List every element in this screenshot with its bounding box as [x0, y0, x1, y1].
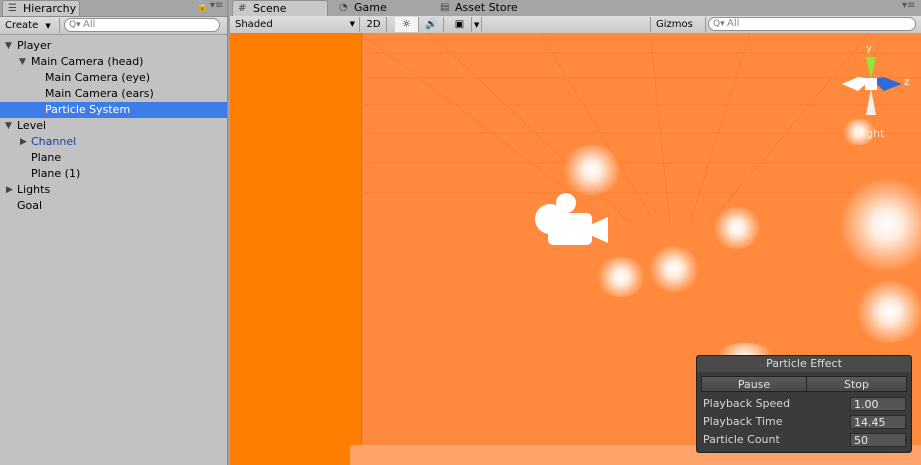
- audio-toggle-button[interactable]: 🔊: [420, 17, 444, 32]
- gizmos-label: Gizmos: [656, 19, 693, 30]
- tab-asset-store[interactable]: ▤ Asset Store: [435, 0, 545, 16]
- playback-speed-field[interactable]: 1.00: [850, 397, 906, 411]
- collapse-arrow-icon[interactable]: ▶: [6, 182, 13, 198]
- particle: [648, 246, 700, 292]
- pacman-icon: ◔: [339, 2, 348, 13]
- hierarchy-item-particle-system[interactable]: Particle System: [0, 102, 227, 118]
- playback-speed-label: Playback Speed: [703, 397, 791, 410]
- hierarchy-item-plane[interactable]: Plane: [0, 150, 227, 166]
- hierarchy-item-label: Channel: [31, 135, 77, 148]
- tab-game-label: Game: [354, 1, 387, 14]
- hierarchy-item-player[interactable]: ▼ Player: [0, 38, 227, 54]
- orange-wall-edge: [361, 33, 362, 445]
- playback-time-field[interactable]: 14.45: [850, 415, 906, 429]
- axis-gizmo-icon: [842, 57, 902, 115]
- dropdown-arrow-icon: ▼: [45, 22, 51, 30]
- hierarchy-item-label: Lights: [17, 183, 51, 196]
- tab-scene-label: Scene: [253, 2, 287, 15]
- hierarchy-search-input[interactable]: Q▾ All: [64, 18, 220, 32]
- particle-count-label: Particle Count: [703, 433, 780, 446]
- list-icon: ☰: [8, 3, 17, 14]
- particle-effect-panel: Particle Effect Pause Stop Playback Spee…: [696, 355, 912, 453]
- particle: [712, 207, 762, 249]
- hierarchy-item-label: Particle System: [45, 103, 131, 116]
- hierarchy-item-main-camera-head[interactable]: ▼ Main Camera (head): [0, 54, 227, 70]
- speaker-icon: 🔊: [425, 19, 438, 30]
- dropdown-arrow-icon: ▼: [474, 21, 480, 29]
- expand-arrow-icon[interactable]: ▼: [19, 54, 26, 70]
- shading-mode-dropdown[interactable]: Shaded ▼: [230, 17, 360, 32]
- particle: [855, 281, 921, 343]
- pause-button[interactable]: Pause: [701, 376, 807, 392]
- hierarchy-panel: ☰ Hierarchy 🔒 ▾≡ Create ▼ Q▾ All ▼ Playe…: [0, 0, 228, 465]
- stop-button[interactable]: Stop: [806, 376, 907, 392]
- hierarchy-item-label: Player: [17, 39, 52, 52]
- create-label: Create: [5, 20, 39, 31]
- search-icon: Q▾: [69, 20, 81, 30]
- hierarchy-item-main-camera-ears[interactable]: Main Camera (ears): [0, 86, 227, 102]
- hierarchy-item-goal[interactable]: Goal: [0, 198, 227, 214]
- particle-count-value: 50: [850, 433, 906, 447]
- effects-toggle-button[interactable]: ▣: [448, 17, 472, 32]
- scene-search-input[interactable]: Q▾ All: [708, 17, 916, 31]
- axis-z-label: z: [904, 77, 910, 88]
- image-icon: ▣: [454, 19, 465, 30]
- tab-hierarchy[interactable]: ☰ Hierarchy: [2, 0, 80, 16]
- hierarchy-item-main-camera-eye[interactable]: Main Camera (eye): [0, 70, 227, 86]
- hierarchy-item-label: Main Camera (head): [31, 55, 144, 68]
- orange-wall: [230, 33, 361, 465]
- tab-scene[interactable]: # Scene: [232, 0, 328, 16]
- hierarchy-item-label: Level: [17, 119, 47, 132]
- hierarchy-search-placeholder: All: [83, 19, 96, 30]
- hierarchy-item-plane-1[interactable]: Plane (1): [0, 166, 227, 182]
- tab-hierarchy-label: Hierarchy: [23, 2, 77, 15]
- orientation-gizmo[interactable]: y z: [836, 43, 910, 133]
- create-button[interactable]: Create ▼: [0, 18, 60, 33]
- panel-menu-icon[interactable]: ▾≡: [902, 0, 915, 11]
- camera-icon: [535, 193, 608, 245]
- scene-search-placeholder: All: [727, 18, 740, 29]
- tab-asset-store-label: Asset Store: [455, 1, 518, 14]
- bag-icon: ▤: [440, 2, 450, 13]
- dropdown-arrow-icon: ▼: [349, 20, 355, 28]
- lighting-toggle-button[interactable]: ☼: [395, 17, 419, 32]
- hierarchy-item-channel[interactable]: ▶ Channel: [0, 134, 227, 150]
- hierarchy-tabstrip: ☰ Hierarchy 🔒 ▾≡: [0, 0, 227, 17]
- toggle-2d-button[interactable]: 2D: [361, 17, 387, 32]
- expand-arrow-icon[interactable]: ▼: [5, 118, 12, 134]
- scene-toolbar: Shaded ▼ 2D ☼ 🔊 ▣ ▼ Gizmos ▼ Q▾ All: [230, 16, 921, 44]
- hierarchy-item-label: Main Camera (ears): [45, 87, 154, 100]
- toggle-2d-label: 2D: [366, 19, 381, 30]
- expand-arrow-icon[interactable]: ▼: [5, 38, 12, 54]
- grid-icon: #: [238, 3, 247, 14]
- effects-dropdown-button[interactable]: ▼: [472, 17, 482, 32]
- axis-y-label: y: [866, 43, 872, 54]
- hierarchy-item-label: Plane (1): [31, 167, 81, 180]
- playback-time-label: Playback Time: [703, 415, 783, 428]
- pause-label: Pause: [737, 378, 771, 391]
- particle: [561, 145, 623, 195]
- hierarchy-item-label: Goal: [17, 199, 43, 212]
- lock-icon[interactable]: 🔒: [196, 1, 208, 12]
- hierarchy-toolbar: Create ▼ Q▾ All: [0, 17, 227, 35]
- gizmos-dropdown[interactable]: Gizmos ▼: [650, 17, 706, 44]
- hierarchy-item-level[interactable]: ▼ Level: [0, 118, 227, 134]
- shading-mode-label: Shaded: [235, 19, 273, 30]
- scene-tabstrip: # Scene ◔ Game ▤ Asset Store ▾≡: [230, 0, 921, 17]
- collapse-arrow-icon[interactable]: ▶: [20, 134, 27, 150]
- sun-icon: ☼: [402, 19, 411, 30]
- hierarchy-item-label: Plane: [31, 151, 62, 164]
- stop-label: Stop: [843, 378, 869, 391]
- particle-effect-title: Particle Effect: [697, 356, 911, 372]
- tab-game[interactable]: ◔ Game: [334, 0, 424, 16]
- search-icon: Q▾: [713, 19, 725, 29]
- hierarchy-item-label: Main Camera (eye): [45, 71, 151, 84]
- panel-menu-icon[interactable]: ▾≡: [210, 0, 223, 11]
- particle: [595, 257, 647, 297]
- hierarchy-item-lights[interactable]: ▶ Lights: [0, 182, 227, 198]
